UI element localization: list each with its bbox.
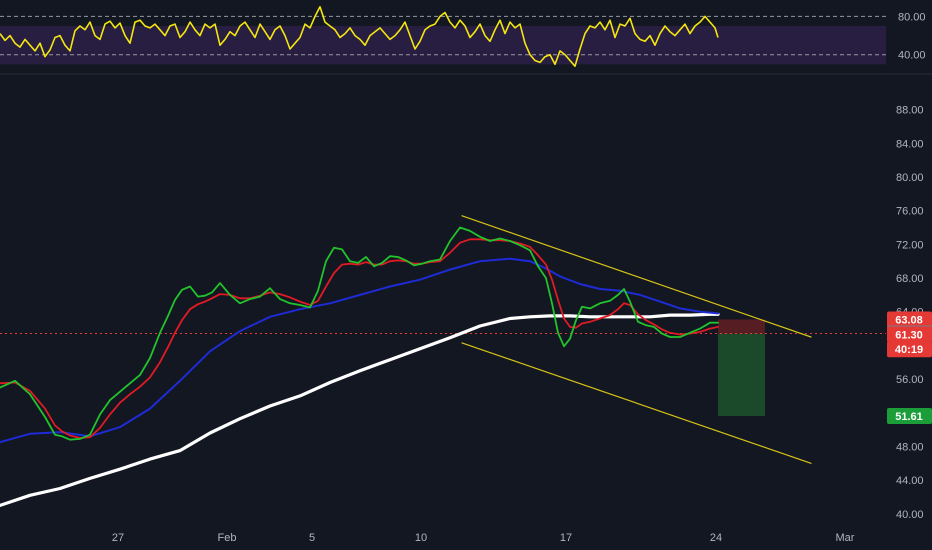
price-tick-label: 76.00: [896, 206, 924, 218]
chart-canvas[interactable]: 80.0040.00 40.0044.0048.0052.0056.0060.0…: [0, 0, 932, 550]
time-tick-label: Feb: [218, 532, 237, 544]
price-tick-label: 44.00: [896, 475, 924, 487]
time-tick-label: 17: [560, 532, 572, 544]
price-tick-label: 40.00: [896, 509, 924, 521]
price-tick-label: 48.00: [896, 441, 924, 453]
price-tick-label: 80.00: [896, 172, 924, 184]
chart-background: [0, 0, 932, 550]
time-tick-label: 27: [112, 532, 124, 544]
time-tick-label: Mar: [836, 532, 855, 544]
time-tick-label: 24: [710, 532, 722, 544]
price-tag-label: 61.30: [895, 329, 923, 341]
price-tick-label: 84.00: [896, 138, 924, 150]
price-tick-label: 88.00: [896, 105, 924, 117]
price-tick-label: 68.00: [896, 273, 924, 285]
price-tag-label: 63.08: [895, 314, 923, 326]
price-tick-label: 56.00: [896, 374, 924, 386]
price-tick-label: 72.00: [896, 239, 924, 251]
target-zone: [718, 333, 765, 417]
price-tag-label: 51.61: [895, 411, 923, 423]
price-tag-label: 40:19: [895, 344, 923, 356]
stop-zone: [718, 319, 765, 334]
time-tick-label: 5: [309, 532, 315, 544]
time-tick-label: 10: [415, 532, 427, 544]
rsi-level-label: 40.00: [898, 50, 926, 62]
rsi-level-label: 80.00: [898, 11, 926, 23]
